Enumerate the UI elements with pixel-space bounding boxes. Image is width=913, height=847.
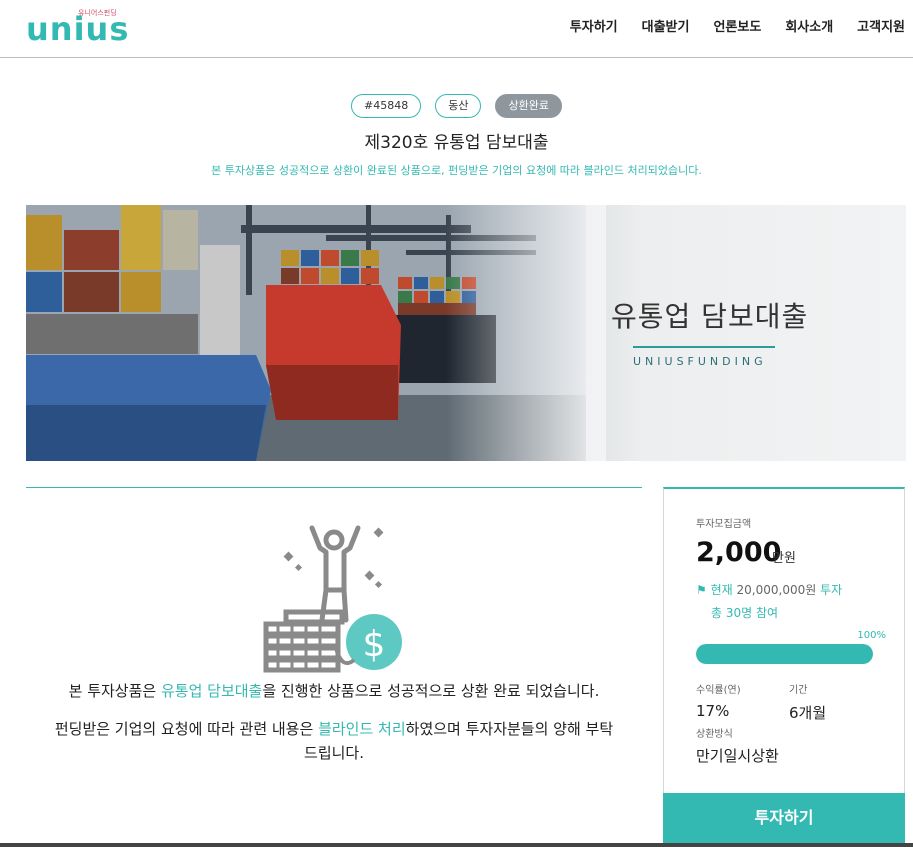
- msg2-text-c: 드립니다.: [304, 744, 364, 762]
- svg-text:$: $: [363, 624, 386, 665]
- progress-bar: [696, 644, 873, 664]
- invest-button[interactable]: 투자하기: [663, 793, 905, 843]
- msg1-highlight: 유통업 담보대출: [160, 682, 263, 700]
- unius-logo[interactable]: unius 유니어스펀딩: [26, 6, 128, 48]
- product-id-tag: #45848: [351, 94, 422, 118]
- category-tag: 동산: [435, 94, 482, 118]
- product-title: 제320호 유통업 담보대출: [364, 133, 549, 153]
- banner-subtitle: UNIUSFUNDING: [633, 355, 767, 368]
- content-divider: [26, 487, 642, 488]
- period-label: 기간: [789, 685, 808, 696]
- complete-message: 본 투자상품은 유통업 담보대출을 진행한 상품으로 성공적으로 상환 완료 되…: [26, 679, 642, 703]
- msg1-text-b: 을 진행한 상품으로 성공적으로 상환 완료 되었습니다.: [262, 682, 600, 700]
- funding-amount: 2,000: [696, 537, 782, 568]
- method-label: 상환방식: [696, 729, 733, 740]
- method-value: 만기일시상환: [696, 747, 779, 765]
- nav-about[interactable]: 회사소개: [785, 16, 833, 35]
- nav-press[interactable]: 언론보도: [713, 16, 761, 35]
- msg2-text-b: 하였으며 투자자분들의 양해 부탁: [405, 720, 614, 738]
- msg1-text-a: 본 투자상품은: [68, 682, 161, 700]
- logo-subtitle: 유니어스펀딩: [78, 9, 117, 17]
- page-bottom-border: [0, 843, 913, 847]
- investment-summary-card: 투자모집금액 2,000 만원 ⚑ 현재 20,000,000원 투자 총 30…: [663, 487, 905, 843]
- banner-divider: [633, 346, 775, 348]
- nav-invest[interactable]: 투자하기: [570, 16, 618, 35]
- banner-title: 유통업 담보대출: [611, 300, 809, 333]
- product-tags: #45848 동산 상환완료: [0, 94, 913, 118]
- status-prefix: 현재: [710, 583, 733, 597]
- product-banner: 유통업 담보대출 UNIUSFUNDING: [26, 205, 906, 461]
- status-badge: 상환완료: [495, 94, 562, 118]
- current-investment-status: ⚑ 현재 20,000,000원 투자: [696, 581, 842, 598]
- participant-count: 총 30명 참여: [711, 606, 779, 620]
- flag-icon: ⚑: [696, 583, 707, 597]
- period-value: 6개월: [789, 704, 827, 722]
- main-nav: 투자하기 대출받기 언론보도 회사소개 고객지원: [546, 16, 905, 35]
- amount-label: 투자모집금액: [696, 519, 752, 530]
- progress-percent: 100%: [857, 630, 886, 641]
- nav-support[interactable]: 고객지원: [857, 16, 905, 35]
- blind-notice: 본 투자상품은 성공적으로 상환이 완료된 상품으로, 펀딩받은 기업의 요청에…: [211, 164, 702, 177]
- status-amount: 20,000,000원: [736, 583, 817, 597]
- blind-message: 펀딩받은 기업의 요청에 따라 관련 내용은 블라인드 처리하였으며 투자자분들…: [26, 717, 642, 765]
- amount-unit: 만원: [772, 551, 796, 566]
- rate-label: 수익률(연): [696, 685, 741, 696]
- success-illustration-icon: $: [263, 525, 405, 673]
- site-header: unius 유니어스펀딩 투자하기 대출받기 언론보도 회사소개 고객지원: [0, 0, 913, 58]
- progress-bar-fill: [696, 644, 873, 664]
- rate-value: 17%: [696, 702, 730, 720]
- nav-loan[interactable]: 대출받기: [642, 16, 690, 35]
- status-suffix: 투자: [820, 583, 843, 597]
- msg2-highlight: 블라인드 처리: [318, 720, 406, 738]
- msg2-text-a: 펀딩받은 기업의 요청에 따라 관련 내용은: [54, 720, 319, 738]
